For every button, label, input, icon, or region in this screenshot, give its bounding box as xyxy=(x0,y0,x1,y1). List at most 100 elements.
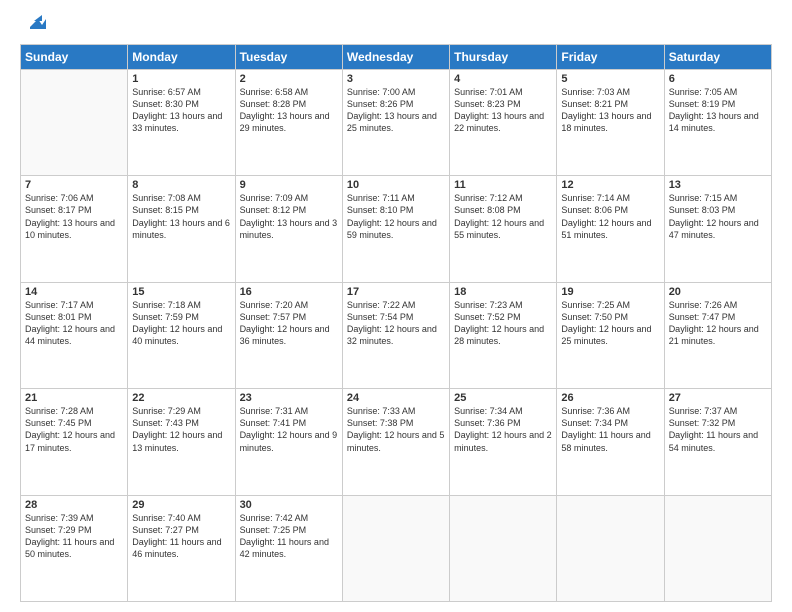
sunset-text: Sunset: 8:28 PM xyxy=(240,98,338,110)
sunset-text: Sunset: 8:21 PM xyxy=(561,98,659,110)
sunrise-text: Sunrise: 7:39 AM xyxy=(25,512,123,524)
calendar-cell: 18Sunrise: 7:23 AMSunset: 7:52 PMDayligh… xyxy=(450,282,557,388)
day-number: 4 xyxy=(454,73,552,85)
day-number: 9 xyxy=(240,179,338,191)
calendar-cell: 7Sunrise: 7:06 AMSunset: 8:17 PMDaylight… xyxy=(21,176,128,282)
calendar-cell xyxy=(342,495,449,601)
day-info: Sunrise: 6:57 AMSunset: 8:30 PMDaylight:… xyxy=(132,86,230,135)
day-info: Sunrise: 7:11 AMSunset: 8:10 PMDaylight:… xyxy=(347,192,445,241)
daylight-text: Daylight: 12 hours and 55 minutes. xyxy=(454,217,552,241)
daylight-text: Daylight: 13 hours and 10 minutes. xyxy=(25,217,123,241)
daylight-text: Daylight: 12 hours and 9 minutes. xyxy=(240,429,338,453)
day-info: Sunrise: 7:25 AMSunset: 7:50 PMDaylight:… xyxy=(561,299,659,348)
daylight-text: Daylight: 13 hours and 29 minutes. xyxy=(240,110,338,134)
weekday-header-row: SundayMondayTuesdayWednesdayThursdayFrid… xyxy=(21,44,772,69)
daylight-text: Daylight: 12 hours and 25 minutes. xyxy=(561,323,659,347)
day-info: Sunrise: 7:08 AMSunset: 8:15 PMDaylight:… xyxy=(132,192,230,241)
calendar-cell: 30Sunrise: 7:42 AMSunset: 7:25 PMDayligh… xyxy=(235,495,342,601)
sunset-text: Sunset: 7:47 PM xyxy=(669,311,767,323)
day-number: 22 xyxy=(132,392,230,404)
sunset-text: Sunset: 7:54 PM xyxy=(347,311,445,323)
page: SundayMondayTuesdayWednesdayThursdayFrid… xyxy=(0,0,792,612)
daylight-text: Daylight: 12 hours and 28 minutes. xyxy=(454,323,552,347)
day-number: 5 xyxy=(561,73,659,85)
daylight-text: Daylight: 12 hours and 51 minutes. xyxy=(561,217,659,241)
sunset-text: Sunset: 8:15 PM xyxy=(132,204,230,216)
week-row-0: 1Sunrise: 6:57 AMSunset: 8:30 PMDaylight… xyxy=(21,69,772,175)
sunrise-text: Sunrise: 7:34 AM xyxy=(454,405,552,417)
daylight-text: Daylight: 11 hours and 50 minutes. xyxy=(25,536,123,560)
sunset-text: Sunset: 8:12 PM xyxy=(240,204,338,216)
calendar-cell: 23Sunrise: 7:31 AMSunset: 7:41 PMDayligh… xyxy=(235,389,342,495)
daylight-text: Daylight: 12 hours and 32 minutes. xyxy=(347,323,445,347)
day-number: 28 xyxy=(25,499,123,511)
sunrise-text: Sunrise: 7:31 AM xyxy=(240,405,338,417)
sunset-text: Sunset: 7:32 PM xyxy=(669,417,767,429)
calendar-cell: 11Sunrise: 7:12 AMSunset: 8:08 PMDayligh… xyxy=(450,176,557,282)
day-info: Sunrise: 7:12 AMSunset: 8:08 PMDaylight:… xyxy=(454,192,552,241)
daylight-text: Daylight: 13 hours and 6 minutes. xyxy=(132,217,230,241)
weekday-header-friday: Friday xyxy=(557,44,664,69)
day-number: 3 xyxy=(347,73,445,85)
day-info: Sunrise: 7:37 AMSunset: 7:32 PMDaylight:… xyxy=(669,405,767,454)
daylight-text: Daylight: 13 hours and 25 minutes. xyxy=(347,110,445,134)
calendar-cell: 14Sunrise: 7:17 AMSunset: 8:01 PMDayligh… xyxy=(21,282,128,388)
day-number: 20 xyxy=(669,286,767,298)
sunrise-text: Sunrise: 6:58 AM xyxy=(240,86,338,98)
sunset-text: Sunset: 8:03 PM xyxy=(669,204,767,216)
day-info: Sunrise: 7:09 AMSunset: 8:12 PMDaylight:… xyxy=(240,192,338,241)
sunrise-text: Sunrise: 7:06 AM xyxy=(25,192,123,204)
sunrise-text: Sunrise: 7:18 AM xyxy=(132,299,230,311)
day-info: Sunrise: 7:31 AMSunset: 7:41 PMDaylight:… xyxy=(240,405,338,454)
sunset-text: Sunset: 8:26 PM xyxy=(347,98,445,110)
calendar-cell: 26Sunrise: 7:36 AMSunset: 7:34 PMDayligh… xyxy=(557,389,664,495)
calendar-cell: 28Sunrise: 7:39 AMSunset: 7:29 PMDayligh… xyxy=(21,495,128,601)
day-number: 6 xyxy=(669,73,767,85)
day-info: Sunrise: 7:36 AMSunset: 7:34 PMDaylight:… xyxy=(561,405,659,454)
sunset-text: Sunset: 7:29 PM xyxy=(25,524,123,536)
sunrise-text: Sunrise: 7:12 AM xyxy=(454,192,552,204)
sunset-text: Sunset: 8:01 PM xyxy=(25,311,123,323)
sunrise-text: Sunrise: 7:15 AM xyxy=(669,192,767,204)
day-info: Sunrise: 7:28 AMSunset: 7:45 PMDaylight:… xyxy=(25,405,123,454)
daylight-text: Daylight: 12 hours and 2 minutes. xyxy=(454,429,552,453)
daylight-text: Daylight: 13 hours and 3 minutes. xyxy=(240,217,338,241)
calendar-cell: 12Sunrise: 7:14 AMSunset: 8:06 PMDayligh… xyxy=(557,176,664,282)
sunset-text: Sunset: 8:10 PM xyxy=(347,204,445,216)
day-info: Sunrise: 6:58 AMSunset: 8:28 PMDaylight:… xyxy=(240,86,338,135)
week-row-3: 21Sunrise: 7:28 AMSunset: 7:45 PMDayligh… xyxy=(21,389,772,495)
week-row-1: 7Sunrise: 7:06 AMSunset: 8:17 PMDaylight… xyxy=(21,176,772,282)
sunset-text: Sunset: 8:19 PM xyxy=(669,98,767,110)
calendar-cell xyxy=(557,495,664,601)
sunrise-text: Sunrise: 7:37 AM xyxy=(669,405,767,417)
calendar-cell: 27Sunrise: 7:37 AMSunset: 7:32 PMDayligh… xyxy=(664,389,771,495)
calendar-cell: 21Sunrise: 7:28 AMSunset: 7:45 PMDayligh… xyxy=(21,389,128,495)
day-info: Sunrise: 7:23 AMSunset: 7:52 PMDaylight:… xyxy=(454,299,552,348)
calendar-cell xyxy=(21,69,128,175)
sunset-text: Sunset: 8:08 PM xyxy=(454,204,552,216)
day-info: Sunrise: 7:18 AMSunset: 7:59 PMDaylight:… xyxy=(132,299,230,348)
day-info: Sunrise: 7:05 AMSunset: 8:19 PMDaylight:… xyxy=(669,86,767,135)
sunrise-text: Sunrise: 7:00 AM xyxy=(347,86,445,98)
sunset-text: Sunset: 8:23 PM xyxy=(454,98,552,110)
sunset-text: Sunset: 8:17 PM xyxy=(25,204,123,216)
sunset-text: Sunset: 8:30 PM xyxy=(132,98,230,110)
day-number: 8 xyxy=(132,179,230,191)
sunrise-text: Sunrise: 7:40 AM xyxy=(132,512,230,524)
logo xyxy=(20,16,46,36)
calendar-cell: 25Sunrise: 7:34 AMSunset: 7:36 PMDayligh… xyxy=(450,389,557,495)
day-number: 27 xyxy=(669,392,767,404)
sunrise-text: Sunrise: 7:01 AM xyxy=(454,86,552,98)
day-info: Sunrise: 7:03 AMSunset: 8:21 PMDaylight:… xyxy=(561,86,659,135)
day-number: 29 xyxy=(132,499,230,511)
calendar-cell: 3Sunrise: 7:00 AMSunset: 8:26 PMDaylight… xyxy=(342,69,449,175)
day-number: 12 xyxy=(561,179,659,191)
day-number: 15 xyxy=(132,286,230,298)
sunset-text: Sunset: 7:25 PM xyxy=(240,524,338,536)
day-number: 25 xyxy=(454,392,552,404)
sunset-text: Sunset: 7:52 PM xyxy=(454,311,552,323)
daylight-text: Daylight: 12 hours and 47 minutes. xyxy=(669,217,767,241)
daylight-text: Daylight: 11 hours and 42 minutes. xyxy=(240,536,338,560)
sunrise-text: Sunrise: 7:03 AM xyxy=(561,86,659,98)
calendar-cell xyxy=(450,495,557,601)
